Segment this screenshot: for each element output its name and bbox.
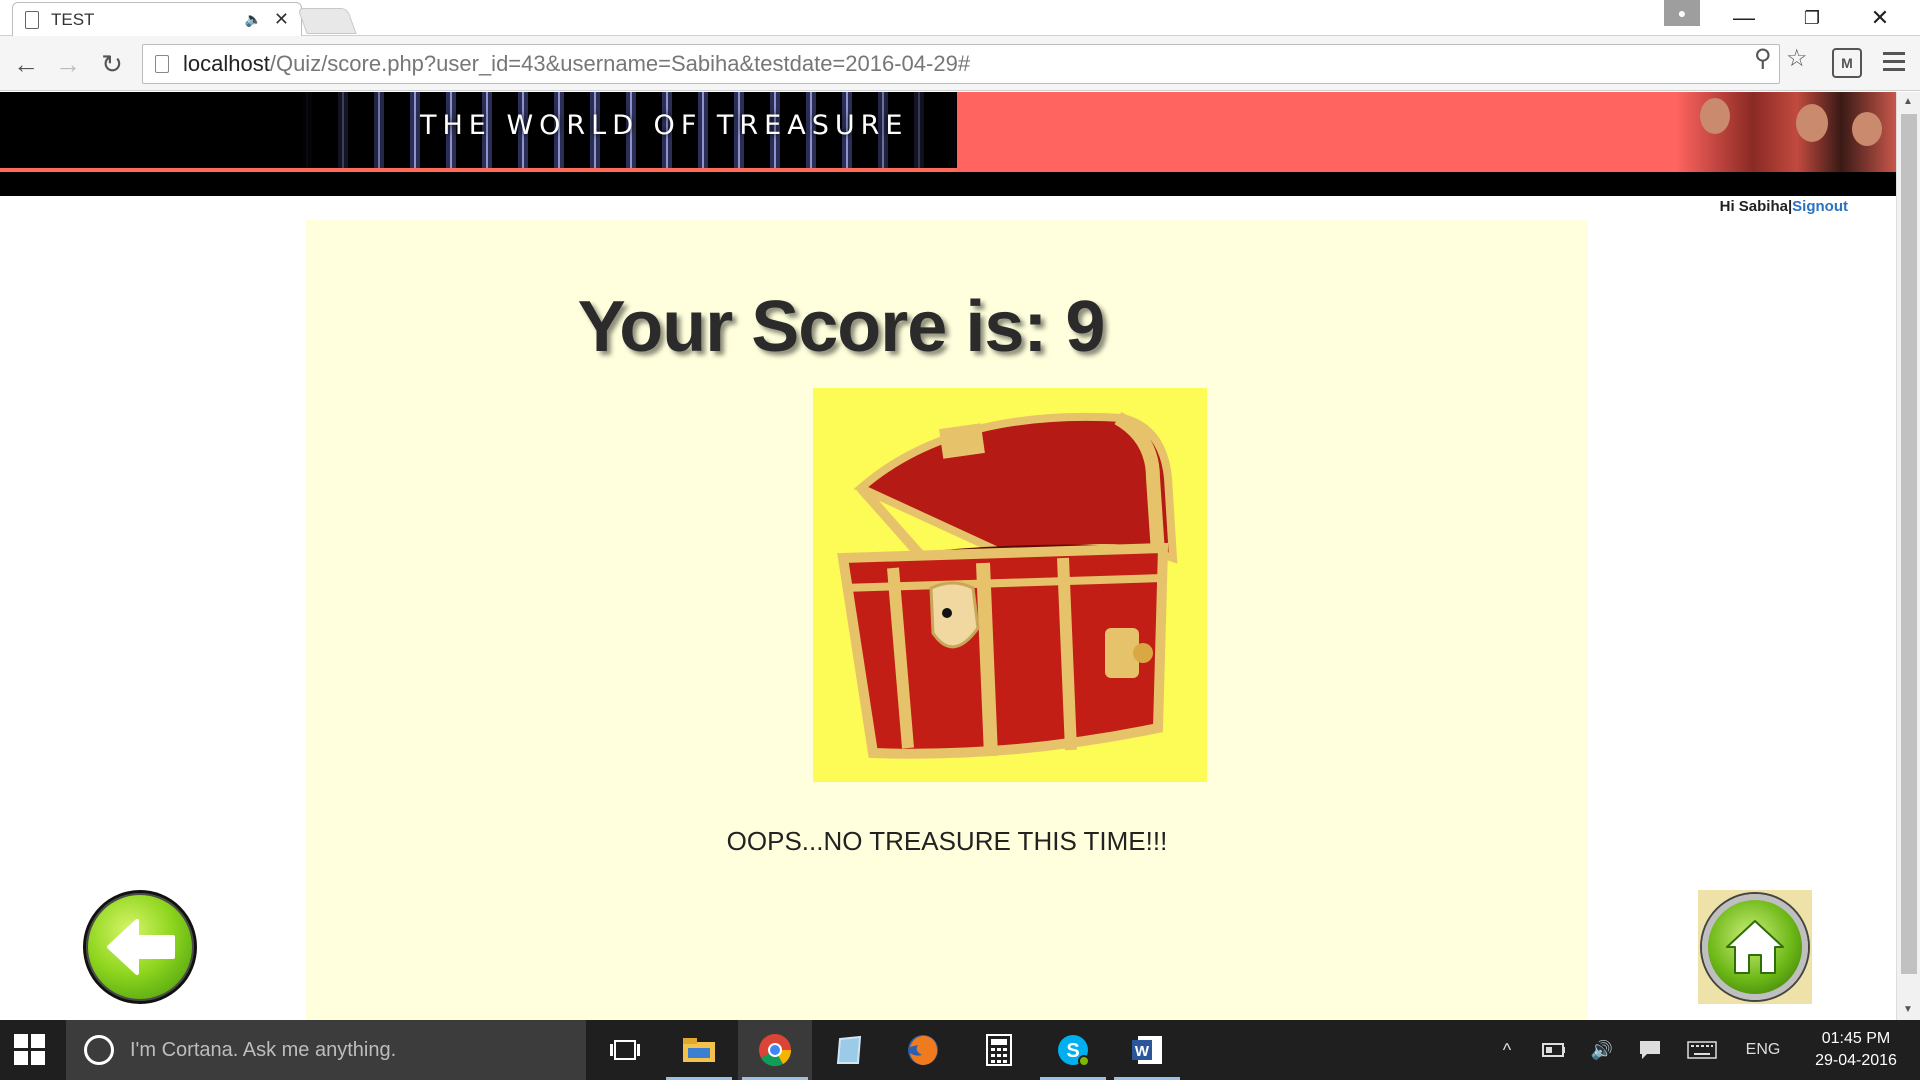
browser-menu-icon[interactable] [1883, 52, 1905, 76]
site-title: THE WORLD OF TREASURE [420, 110, 909, 141]
tab-title: TEST [51, 9, 95, 29]
battery-icon[interactable] [1536, 1020, 1572, 1080]
zoom-search-icon[interactable]: ⚲ [1754, 44, 1772, 73]
greeting-text: Hi Sabiha [1719, 198, 1788, 215]
left-arrow-icon [107, 919, 175, 975]
firefox-icon[interactable] [886, 1020, 960, 1080]
site-banner: THE WORLD OF TREASURE [0, 92, 1896, 196]
page-scrollbar[interactable]: ▲ ▼ [1896, 92, 1920, 1020]
url-host: localhost [183, 51, 270, 76]
treasure-chest-icon [837, 411, 1178, 759]
forward-arrow-icon[interactable]: → [50, 46, 86, 82]
url-path: /Quiz/score.php?user_id=43&username=Sabi… [269, 51, 971, 76]
scroll-down-icon[interactable]: ▼ [1903, 1004, 1913, 1015]
page-viewport: THE WORLD OF TREASURE Hi Sabiha|Signout … [0, 92, 1896, 1020]
svg-text:S: S [1066, 1040, 1079, 1062]
calculator-icon[interactable] [962, 1020, 1036, 1080]
banner-photo [1676, 92, 1896, 172]
taskbar-clock[interactable]: 01:45 PM 29-04-2016 [1804, 1028, 1908, 1072]
svg-text:W: W [1135, 1043, 1150, 1060]
task-view-icon[interactable] [588, 1020, 662, 1080]
bookmark-star-icon[interactable]: ☆ [1786, 44, 1808, 73]
chrome-icon[interactable] [738, 1020, 812, 1080]
score-card: Your Score is: 9 OOPS...NO TREASURE THIS… [306, 220, 1588, 1020]
close-tab-icon[interactable]: ✕ [274, 9, 289, 30]
profile-icon[interactable]: ● [1664, 0, 1700, 26]
audio-icon[interactable]: 🔈 [244, 11, 261, 28]
window-close-icon[interactable]: ✕ [1846, 0, 1914, 36]
scroll-thumb[interactable] [1901, 114, 1917, 974]
cortana-placeholder: I'm Cortana. Ask me anything. [130, 1038, 397, 1061]
volume-icon[interactable]: 🔊 [1584, 1020, 1620, 1080]
word-icon[interactable]: W [1110, 1020, 1184, 1080]
page-info-icon[interactable] [155, 55, 169, 73]
cortana-search-box[interactable]: I'm Cortana. Ask me anything. [66, 1020, 586, 1080]
cortana-icon [84, 1035, 114, 1065]
restore-icon[interactable]: ❐ [1778, 0, 1846, 36]
clock-date: 29-04-2016 [1815, 1052, 1897, 1069]
score-heading: Your Score is: 9 [577, 287, 1106, 367]
notifications-icon[interactable] [1632, 1020, 1668, 1080]
scroll-up-icon[interactable]: ▲ [1903, 96, 1913, 107]
signout-link[interactable]: Signout [1792, 198, 1848, 215]
input-language[interactable]: ENG [1736, 1020, 1790, 1080]
extension-icon[interactable]: M [1832, 48, 1862, 78]
notepad-icon[interactable] [812, 1020, 886, 1080]
reload-icon[interactable]: ↻ [94, 46, 130, 82]
minimize-icon[interactable]: — [1710, 0, 1778, 36]
browser-tab[interactable]: TEST 🔈 ✕ [12, 2, 302, 36]
windows-taskbar: I'm Cortana. Ask me anything. S W ^ 🔊 EN… [0, 1020, 1920, 1080]
address-bar[interactable]: localhost/Quiz/score.php?user_id=43&user… [142, 44, 1780, 84]
result-message: OOPS...NO TREASURE THIS TIME!!! [726, 826, 1168, 856]
home-icon [1726, 920, 1784, 974]
skype-icon[interactable]: S [1036, 1020, 1110, 1080]
banner-divider [0, 168, 957, 172]
back-arrow-icon[interactable]: ← [8, 46, 44, 82]
keyboard-icon[interactable] [1682, 1020, 1722, 1080]
home-button[interactable] [1698, 890, 1812, 1004]
treasure-chest-image [813, 388, 1207, 782]
browser-toolbar: ← → ↻ localhost/Quiz/score.php?user_id=4… [0, 36, 1920, 91]
home-circle [1702, 894, 1808, 1000]
show-hidden-icons-icon[interactable]: ^ [1490, 1020, 1524, 1080]
file-explorer-icon[interactable] [662, 1020, 736, 1080]
page-icon [25, 10, 39, 29]
user-greeting: Hi Sabiha|Signout [1720, 198, 1848, 215]
new-tab-button[interactable] [297, 8, 357, 34]
start-windows-icon[interactable] [14, 1034, 46, 1066]
clock-time: 01:45 PM [1821, 1030, 1891, 1047]
tab-strip: TEST 🔈 ✕ ● — ❐ ✕ [0, 0, 1920, 36]
back-button[interactable] [83, 890, 197, 1004]
